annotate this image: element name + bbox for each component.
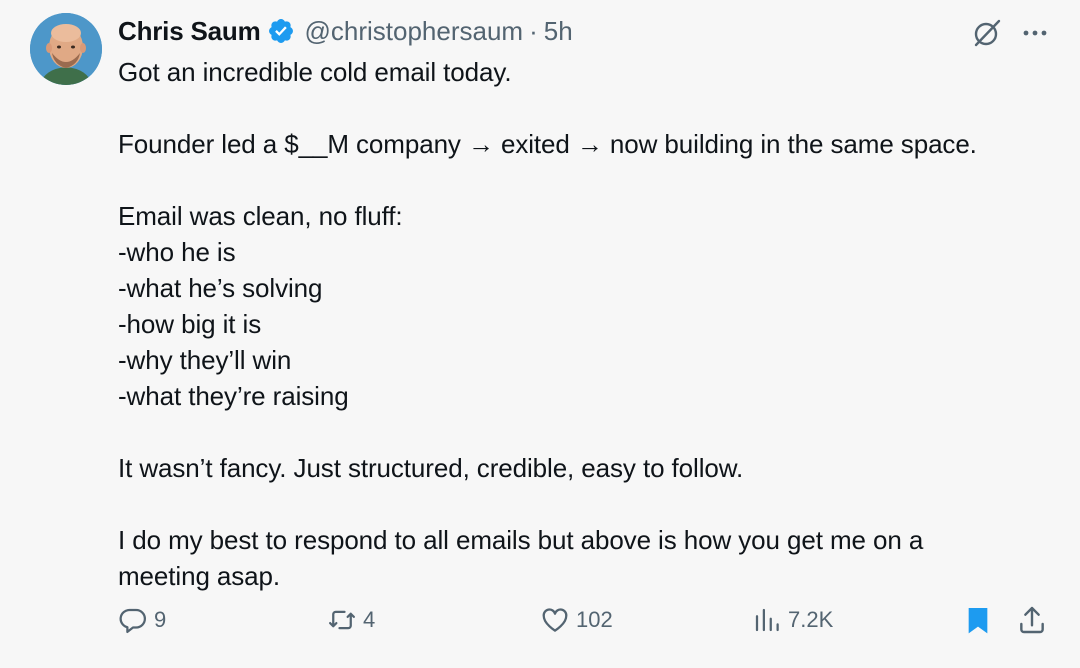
avatar[interactable]	[30, 13, 102, 85]
list-item: -how big it is	[118, 309, 262, 339]
like-icon	[542, 608, 568, 632]
repost-button[interactable]: 4	[327, 603, 375, 637]
more-icon[interactable]	[1018, 16, 1052, 50]
tweet-text: Got an incredible cold email today. Foun…	[118, 54, 1058, 594]
repost-count: 4	[363, 607, 376, 632]
reply-icon	[119, 608, 146, 633]
author-name[interactable]: Chris Saum	[118, 16, 261, 47]
reply-count: 9	[154, 607, 167, 632]
list-item: -why they’ll win	[118, 345, 292, 375]
grok-icon[interactable]	[970, 16, 1004, 50]
share-icon[interactable]	[1016, 604, 1048, 636]
list-item: -who he is	[118, 237, 236, 267]
views-icon	[755, 608, 779, 632]
like-count: 102	[576, 607, 613, 632]
tweet-header: Chris Saum @christophersaum · 5h	[118, 14, 573, 48]
list-item: -what he’s solving	[118, 273, 323, 303]
reply-button[interactable]: 9	[118, 603, 166, 637]
text-line: Founder led a $__M company → exited → no…	[118, 129, 977, 159]
author-handle[interactable]: @christophersaum	[305, 16, 524, 47]
bookmark-icon[interactable]	[962, 604, 994, 636]
text-line: I do my best to respond to all emails bu…	[118, 525, 924, 555]
list-item: -what they’re raising	[118, 381, 349, 411]
text-line: meeting asap.	[118, 561, 281, 591]
text-line: Got an incredible cold email today.	[118, 57, 512, 87]
views-button[interactable]: 7.2K	[752, 603, 833, 637]
repost-icon	[329, 610, 355, 630]
separator-dot: ·	[529, 15, 538, 46]
timestamp[interactable]: 5h	[544, 16, 573, 47]
like-button[interactable]: 102	[540, 603, 613, 637]
text-line: Email was clean, no fluff:	[118, 201, 403, 231]
text-line: It wasn’t fancy. Just structured, credib…	[118, 453, 744, 483]
views-count: 7.2K	[788, 607, 834, 632]
avatar-image	[30, 13, 102, 85]
verified-badge-icon	[268, 19, 293, 43]
